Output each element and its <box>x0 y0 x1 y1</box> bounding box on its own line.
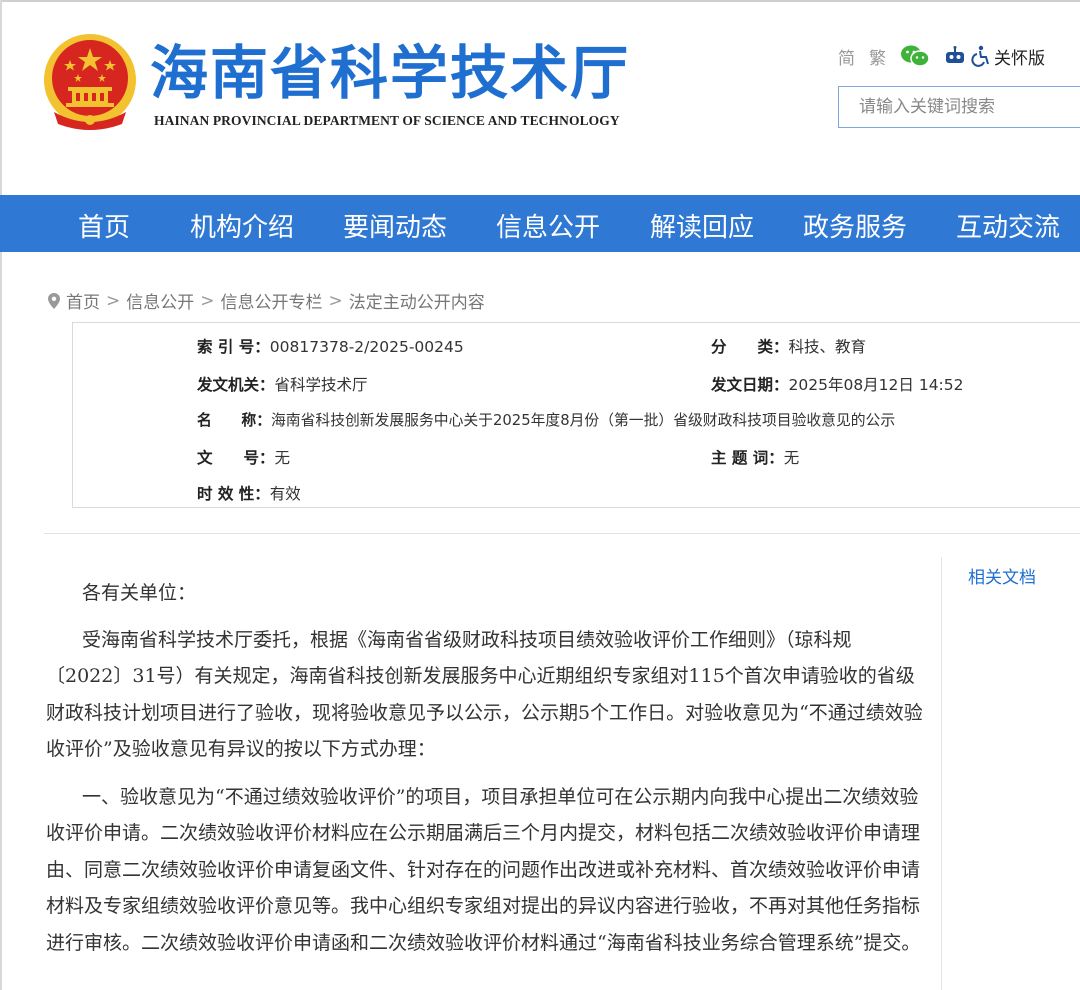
national-emblem-icon[interactable] <box>40 32 140 132</box>
related-documents-link[interactable]: 相关文档 <box>968 563 1036 588</box>
meta-category: 分 类：科技、教育 <box>711 338 867 356</box>
meta-index: 索 引 号：00817378-2/2025-00245 <box>197 338 464 356</box>
breadcrumb-separator: > <box>106 290 121 311</box>
accessibility-icon <box>971 45 989 67</box>
nav-item-interpretation[interactable]: 解读回应 <box>650 207 754 244</box>
breadcrumb-home[interactable]: 首页 <box>66 288 100 313</box>
care-mode-button[interactable]: 关怀版 <box>944 44 1045 69</box>
wechat-icon[interactable] <box>900 44 930 68</box>
simplified-chinese-link[interactable]: 简 <box>838 44 855 69</box>
breadcrumb-separator: > <box>328 290 343 311</box>
breadcrumb-current[interactable]: 法定主动公开内容 <box>349 288 485 313</box>
meta-date: 发文日期：2025年08月12日 14:52 <box>711 376 964 394</box>
breadcrumb-separator: > <box>200 290 215 311</box>
nav-item-home[interactable]: 首页 <box>78 207 130 244</box>
article-body: 各有关单位： 受海南省科学技术厅委托，根据《海南省省级财政科技项目绩效验收评价工… <box>46 575 926 972</box>
meta-subject: 主 题 词：无 <box>711 449 800 467</box>
breadcrumb: 首页 > 信息公开 > 信息公开专栏 > 法定主动公开内容 <box>48 288 485 313</box>
breadcrumb-info-column[interactable]: 信息公开专栏 <box>221 288 323 313</box>
article-paragraph: 受海南省科学技术厅委托，根据《海南省省级财政科技项目绩效验收评价工作细则》（琼科… <box>46 628 923 761</box>
nav-item-info-disclosure[interactable]: 信息公开 <box>496 207 600 244</box>
site-title[interactable]: 海南省科学技术厅 <box>150 38 630 108</box>
meta-name: 名 称：海南省科技创新发展服务中心关于2025年度8月份（第一批）省级财政科技项… <box>197 412 896 429</box>
nav-item-services[interactable]: 政务服务 <box>803 207 907 244</box>
nav-item-about[interactable]: 机构介绍 <box>190 207 294 244</box>
meta-validity: 时 效 性：有效 <box>197 485 301 503</box>
location-pin-icon <box>48 292 60 309</box>
article-paragraph: 一、验收意见为“不通过绩效验收评价”的项目，项目承担单位可在公示期内向我中心提出… <box>46 785 921 954</box>
nav-item-news[interactable]: 要闻动态 <box>343 207 447 244</box>
traditional-chinese-link[interactable]: 繁 <box>869 44 886 69</box>
robot-icon <box>946 46 964 63</box>
site-title-english: HAINAN PROVINCIAL DEPARTMENT OF SCIENCE … <box>154 113 620 128</box>
search-input[interactable]: 请输入关键词搜索 <box>838 86 1080 128</box>
site-header: 海南省科学技术厅 HAINAN PROVINCIAL DEPARTMENT OF… <box>0 0 1080 195</box>
meta-docno: 文 号：无 <box>197 449 291 467</box>
nav-item-interaction[interactable]: 互动交流 <box>956 207 1060 244</box>
sidebar-divider <box>941 557 942 990</box>
care-mode-label: 关怀版 <box>994 48 1045 69</box>
article-greeting: 各有关单位： <box>82 582 197 604</box>
meta-issuer: 发文机关：省科学技术厅 <box>197 376 368 394</box>
breadcrumb-info-disclosure[interactable]: 信息公开 <box>126 288 194 313</box>
document-metadata-table: 索 引 号：00817378-2/2025-00245 分 类：科技、教育 发文… <box>72 322 1080 508</box>
main-nav: 首页 机构介绍 要闻动态 信息公开 解读回应 政务服务 互动交流 <box>0 195 1080 252</box>
header-tools: 简 繁 关怀版 <box>838 40 1045 72</box>
content-divider <box>44 533 1080 534</box>
